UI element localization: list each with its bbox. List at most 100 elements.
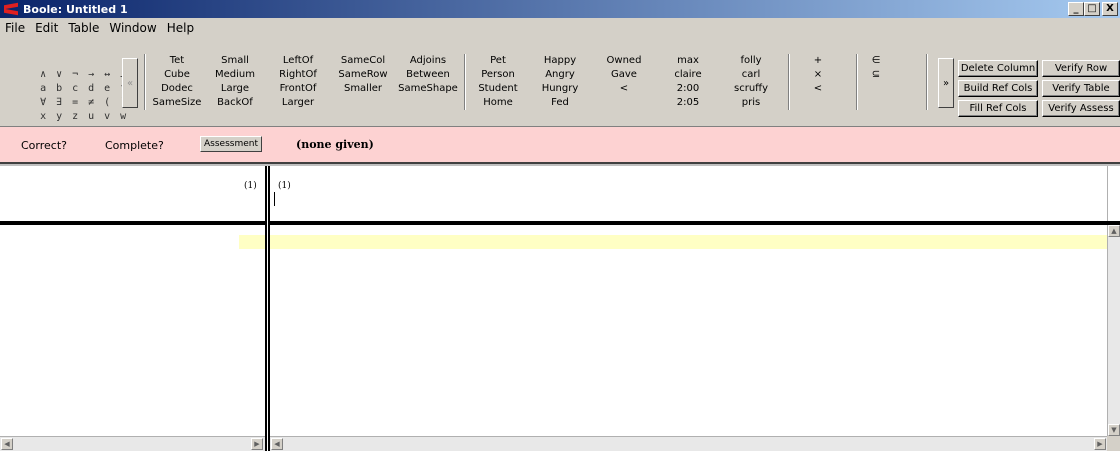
name-2-00[interactable]: 2:00	[660, 82, 716, 96]
predicate-medium[interactable]: Medium	[208, 68, 262, 82]
scroll-up-icon[interactable]: ▲	[1108, 225, 1120, 237]
symbol-d[interactable]: d	[88, 82, 104, 96]
symbol-w[interactable]: w	[120, 110, 136, 124]
symbol-y[interactable]: y	[56, 110, 72, 124]
predicate-less-than[interactable]: <	[596, 82, 652, 96]
predicate-person[interactable]: Person	[468, 68, 528, 82]
symbol-x[interactable]: x	[40, 110, 56, 124]
formula-header-pane[interactable]: (1)	[270, 166, 1108, 221]
symbol-lparen[interactable]: (	[104, 96, 120, 110]
set-subset[interactable]: ⊆	[858, 68, 894, 82]
selected-row-highlight[interactable]	[270, 235, 1108, 249]
scroll-left-icon[interactable]: ◀	[1, 438, 13, 450]
symbol-z[interactable]: z	[72, 110, 88, 124]
predicate-hungry[interactable]: Hungry	[532, 82, 588, 96]
predicate-frontof[interactable]: FrontOf	[268, 82, 328, 96]
predicate-dodec[interactable]: Dodec	[152, 82, 202, 96]
name-pris[interactable]: pris	[722, 96, 780, 110]
name-column-1: max claire 2:00 2:05	[660, 54, 716, 110]
palette-scroll-left-button[interactable]: «	[122, 58, 138, 108]
symbol-iff[interactable]: ↔	[104, 68, 120, 82]
symbol-e[interactable]: e	[104, 82, 120, 96]
name-2-05[interactable]: 2:05	[660, 96, 716, 110]
symbol-b[interactable]: b	[56, 82, 72, 96]
predicate-sameshape[interactable]: SameShape	[396, 82, 460, 96]
symbol-and[interactable]: ∧	[40, 68, 56, 82]
symbol-exists[interactable]: ∃	[56, 96, 72, 110]
predicate-fed[interactable]: Fed	[532, 96, 588, 110]
scroll-right-icon[interactable]: ▶	[1094, 438, 1106, 450]
vertical-divider[interactable]	[265, 166, 270, 451]
predicate-student[interactable]: Student	[468, 82, 528, 96]
predicate-large[interactable]: Large	[208, 82, 262, 96]
predicate-cube[interactable]: Cube	[152, 68, 202, 82]
predicate-pet[interactable]: Pet	[468, 54, 528, 68]
symbol-forall[interactable]: ∀	[40, 96, 56, 110]
reference-horizontal-scrollbar[interactable]: ◀ ▶	[0, 436, 265, 451]
maximize-button[interactable]: □	[1084, 2, 1100, 16]
menu-table[interactable]: Table	[63, 21, 104, 35]
scroll-left-icon[interactable]: ◀	[271, 438, 283, 450]
operator-plus[interactable]: +	[800, 54, 836, 68]
symbol-implies[interactable]: →	[88, 68, 104, 82]
predicate-backof[interactable]: BackOf	[208, 96, 262, 110]
palette-scroll-right-button[interactable]: »	[938, 58, 954, 108]
resize-grip-icon[interactable]	[1107, 436, 1120, 451]
verify-table-button[interactable]: Verify Table	[1042, 80, 1120, 97]
predicate-adjoins[interactable]: Adjoins	[396, 54, 460, 68]
table-horizontal-scrollbar[interactable]: ◀ ▶	[270, 436, 1108, 451]
build-ref-cols-button[interactable]: Build Ref Cols	[958, 80, 1038, 97]
menu-help[interactable]: Help	[162, 21, 199, 35]
predicate-owned[interactable]: Owned	[596, 54, 652, 68]
assessment-button[interactable]: Assessment	[200, 136, 262, 152]
predicate-larger[interactable]: Larger	[268, 96, 328, 110]
predicate-between[interactable]: Between	[396, 68, 460, 82]
reference-table-pane[interactable]	[0, 225, 265, 436]
verify-row-button[interactable]: Verify Row	[1042, 60, 1120, 77]
predicate-home[interactable]: Home	[468, 96, 528, 110]
selected-row-highlight[interactable]	[239, 235, 265, 249]
symbol-equals[interactable]: =	[72, 96, 88, 110]
reference-header-pane[interactable]: (1)	[0, 166, 265, 221]
symbol-not[interactable]: ¬	[72, 68, 88, 82]
predicate-smaller[interactable]: Smaller	[334, 82, 392, 96]
predicate-small[interactable]: Small	[208, 54, 262, 68]
scroll-right-icon[interactable]: ▶	[251, 438, 263, 450]
menu-file[interactable]: File	[0, 21, 30, 35]
predicate-angry[interactable]: Angry	[532, 68, 588, 82]
predicate-samecol[interactable]: SameCol	[334, 54, 392, 68]
symbol-u[interactable]: u	[88, 110, 104, 124]
symbol-not-equals[interactable]: ≠	[88, 96, 104, 110]
predicate-leftof[interactable]: LeftOf	[268, 54, 328, 68]
predicate-tet[interactable]: Tet	[152, 54, 202, 68]
menu-window[interactable]: Window	[104, 21, 161, 35]
menu-edit[interactable]: Edit	[30, 21, 63, 35]
close-button[interactable]: X	[1102, 2, 1118, 16]
predicate-samesize[interactable]: SameSize	[152, 96, 202, 110]
set-empty-1	[858, 82, 894, 96]
name-carl[interactable]: carl	[722, 68, 780, 82]
predicate-column-position3: Adjoins Between SameShape	[396, 54, 460, 110]
scroll-down-icon[interactable]: ▼	[1108, 424, 1120, 436]
predicate-happy[interactable]: Happy	[532, 54, 588, 68]
symbol-a[interactable]: a	[40, 82, 56, 96]
name-folly[interactable]: folly	[722, 54, 780, 68]
fill-ref-cols-button[interactable]: Fill Ref Cols	[958, 100, 1038, 117]
predicate-gave[interactable]: Gave	[596, 68, 652, 82]
symbol-v[interactable]: v	[104, 110, 120, 124]
name-scruffy[interactable]: scruffy	[722, 82, 780, 96]
predicate-rightof[interactable]: RightOf	[268, 68, 328, 82]
name-claire[interactable]: claire	[660, 68, 716, 82]
operator-times[interactable]: ×	[800, 68, 836, 82]
delete-column-button[interactable]: Delete Column	[958, 60, 1038, 77]
minimize-button[interactable]: _	[1068, 2, 1084, 16]
table-vertical-scrollbar[interactable]: ▲ ▼	[1107, 225, 1120, 436]
verify-assess-button[interactable]: Verify Assess	[1042, 100, 1120, 117]
name-max[interactable]: max	[660, 54, 716, 68]
set-element-of[interactable]: ∈	[858, 54, 894, 68]
operator-less-than[interactable]: <	[800, 82, 836, 96]
truth-table-pane[interactable]	[270, 225, 1108, 436]
symbol-c[interactable]: c	[72, 82, 88, 96]
predicate-samerow[interactable]: SameRow	[334, 68, 392, 82]
symbol-or[interactable]: ∨	[56, 68, 72, 82]
